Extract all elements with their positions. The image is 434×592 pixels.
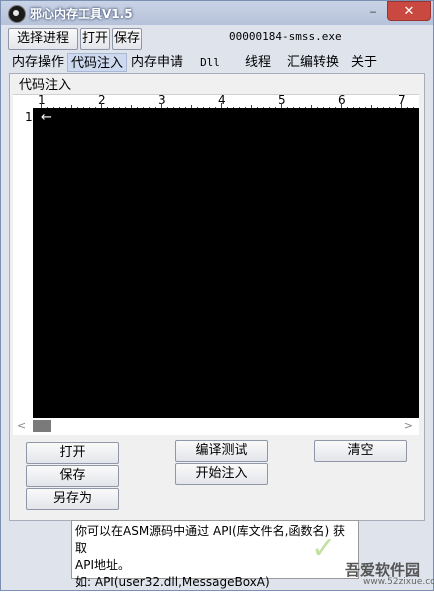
tab-memory-allocation[interactable]: 内存申请 [131, 53, 183, 72]
watermark: ✓ 吾爱软件园 www.52zixue.com [301, 521, 434, 592]
scroll-thumb[interactable] [33, 420, 51, 432]
process-label: 00000184-smss.exe [229, 30, 342, 43]
file-save-button[interactable]: 保存 [26, 465, 119, 487]
tab-memory-operation[interactable]: 内存操作 [11, 53, 65, 72]
tab-code-injection[interactable]: 代码注入 [67, 53, 127, 72]
window-title: 邪心内存工具V1.5 [30, 7, 133, 21]
tab-asm-convert[interactable]: 汇编转换 [287, 53, 339, 72]
open-button[interactable]: 打开 [80, 28, 110, 50]
line-gutter: 1 [13, 108, 33, 418]
start-inject-button[interactable]: 开始注入 [175, 463, 268, 485]
minimize-button[interactable]: ‒ [363, 3, 383, 21]
cursor-arrow-icon: ← [41, 110, 52, 125]
select-process-button[interactable]: 选择进程 [8, 28, 78, 50]
title-bar[interactable]: 邪心内存工具V1.5 ‒ ✕ [1, 1, 433, 25]
line-number: 1 [25, 110, 33, 124]
file-open-button[interactable]: 打开 [26, 442, 119, 464]
group-label: 代码注入 [17, 74, 74, 93]
tab-dll[interactable]: Dll [195, 53, 225, 72]
watermark-logo-icon: ✓ [311, 531, 337, 566]
code-editor[interactable] [33, 108, 419, 418]
app-icon [8, 5, 26, 23]
close-button[interactable]: ✕ [387, 1, 431, 21]
horizontal-scrollbar[interactable]: < > [13, 418, 419, 435]
main-window: 邪心内存工具V1.5 ‒ ✕ 选择进程 打开 保存 00000184-smss.… [0, 0, 434, 591]
tab-thread[interactable]: 线程 [243, 53, 273, 72]
compile-test-button[interactable]: 编译测试 [175, 440, 268, 462]
save-button[interactable]: 保存 [112, 28, 142, 50]
scroll-right-icon[interactable]: > [404, 419, 413, 432]
scroll-left-icon[interactable]: < [17, 419, 26, 432]
watermark-url: www.52zixue.com [363, 577, 434, 587]
ruler: 1 2 3 4 5 6 7 [13, 93, 419, 109]
clear-button[interactable]: 清空 [314, 440, 407, 462]
save-as-button[interactable]: 另存为 [26, 488, 119, 510]
tab-about[interactable]: 关于 [349, 53, 379, 72]
